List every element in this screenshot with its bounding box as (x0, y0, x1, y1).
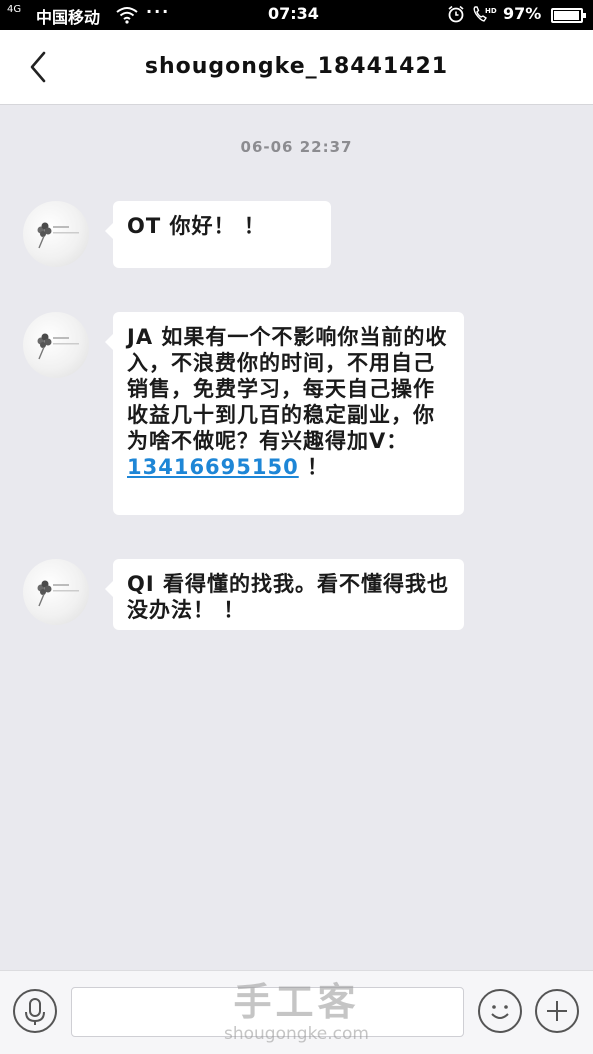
avatar[interactable] (23, 201, 89, 267)
message-text: QI 看得懂的找我。看不懂得我也没办法！ ！ (127, 572, 449, 622)
voice-button[interactable] (13, 989, 57, 1033)
back-button[interactable] (22, 50, 56, 84)
more-notifications-icon: ··· (146, 2, 171, 21)
message-bubble[interactable]: QI 看得懂的找我。看不懂得我也没办法！ ！ (105, 559, 464, 630)
contact-name: shougongke_18441421 (144, 54, 449, 79)
status-bar: 4G 中国移动 ··· 07:34 HD 97% (0, 0, 593, 30)
message-bubble[interactable]: JA 如果有一个不影响你当前的收入，不浪费你的时间，不用自己销售，免费学习，每天… (105, 312, 464, 515)
flower-avatar-icon (37, 580, 79, 607)
wifi-icon (116, 6, 138, 28)
chevron-left-icon (30, 51, 46, 83)
message-input[interactable] (71, 987, 464, 1037)
plus-icon (547, 1001, 567, 1021)
message-text-tail: ！ (298, 455, 330, 479)
message-text: JA 如果有一个不影响你当前的收入，不浪费你的时间，不用自己销售，免费学习，每天… (127, 325, 448, 453)
microphone-icon (25, 998, 45, 1025)
battery-level (554, 11, 580, 20)
hd-call-icon: HD (472, 5, 498, 27)
more-button[interactable] (535, 989, 579, 1033)
message-text: OT 你好！ ！ (127, 214, 266, 238)
input-bar (0, 970, 593, 1054)
chat-header: shougongke_18441421 (0, 30, 593, 105)
alarm-icon (447, 5, 465, 27)
signal-indicator: 4G (7, 4, 22, 15)
svg-text:HD: HD (485, 7, 497, 15)
avatar[interactable] (23, 312, 89, 378)
flower-avatar-icon (37, 222, 79, 249)
emoji-button[interactable] (478, 989, 522, 1033)
message-bubble[interactable]: OT 你好！ ！ (105, 201, 331, 268)
flower-avatar-icon (37, 333, 79, 360)
phone-link[interactable]: 13416695150 (127, 455, 299, 479)
smiley-icon (491, 1005, 509, 1019)
avatar[interactable] (23, 559, 89, 625)
carrier-name: 中国移动 (36, 8, 101, 27)
status-time: 07:34 (268, 4, 319, 23)
battery-icon (551, 8, 586, 23)
message-timestamp: 06-06 22:37 (240, 138, 353, 156)
battery-percent: 97% (503, 4, 542, 23)
